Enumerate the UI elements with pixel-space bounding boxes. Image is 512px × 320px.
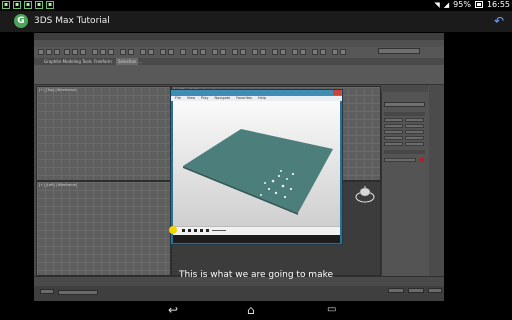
clock: 16:55 [486,0,510,9]
toolbar-tool-icon [160,49,166,55]
video-subtitle: This is what we are going to make [178,270,334,280]
toolbar-tool-icon [192,49,198,55]
ribbon-tab: Freeform [94,59,112,64]
notification-icon: ▪ [46,1,54,9]
object-type-button [384,130,403,134]
notification-icon: ▪ [13,1,21,9]
back-icon[interactable]: ↩ [168,303,178,317]
object-type-rollout [384,112,425,116]
max-menu-bar [34,40,444,47]
toolbar-tool-icon [272,49,278,55]
viewport-label: [+] [Top] [Wireframe] [39,88,77,92]
command-panel-tabs [381,86,428,92]
toolbar-tool-icon [200,49,206,55]
toolbar-tool-icon [332,49,338,55]
toolbar-tool-icon [168,49,174,55]
toolbar-tool-icon [232,49,238,55]
teapot-object-icon [355,186,375,203]
notification-icon: ▪ [24,1,32,9]
object-type-button [405,118,424,122]
max-ribbon-tabs: Graphite Modeling Tools Freeform Selecti… [34,58,444,65]
battery-percent: 95% [453,0,471,9]
viewport-top: [+] [Top] [Wireframe] [36,86,171,181]
object-type-button [384,136,403,140]
object-type-button [405,142,424,146]
toolbar-tool-icon [312,49,318,55]
toolbar-tool-icon [180,49,186,55]
toolbar-tool-icon [148,49,154,55]
mute-icon[interactable] [206,229,209,232]
teal-plane-render [183,129,333,215]
object-type-button [384,118,403,122]
toolbar-tool-icon [38,49,44,55]
toolbar-tool-icon [260,49,266,55]
toolbar-tool-icon [100,49,106,55]
object-type-button [405,136,424,140]
status-bar: ▪ ▪ ▪ ▪ ▪ ◥ ◢ 95% 16:55 [0,0,512,11]
object-name-field [384,158,416,162]
name-and-color-rollout [384,150,425,154]
battery-icon [474,1,483,8]
toolbar-tool-icon [252,49,258,55]
toolbar-tool-icon [120,49,126,55]
toolbar-tool-icon [280,49,286,55]
play-icon[interactable] [194,229,197,232]
toolbar-tool-icon [320,49,326,55]
signal-icon: ◢ [443,0,450,9]
previous-icon[interactable] [188,229,191,232]
toolbar-tool-icon [340,49,346,55]
status-field [428,288,442,293]
ribbon-tab: Graphite Modeling Tools [44,59,93,64]
toolbar-tool-icon [92,49,98,55]
toolbar-tool-icon [64,49,70,55]
app-title: 3DS Max Tutorial [34,16,110,26]
viewport-left: [+] [Left] [Wireframe] [36,181,171,276]
object-category-dropdown [384,102,425,107]
system-icons: ◥ ◢ 95% 16:55 [434,0,510,9]
toolbar-tool-icon [300,49,306,55]
object-type-button [405,124,424,128]
stop-icon[interactable] [182,229,185,232]
media-player-video [173,101,340,226]
toolbar-tool-icon [220,49,226,55]
toolbar-tool-icon [80,49,86,55]
toolbar-tool-icon [108,49,114,55]
home-icon[interactable]: ⌂ [247,303,255,317]
notification-icons: ▪ ▪ ▪ ▪ ▪ [2,1,54,9]
viewport-label: [+] [Left] [Wireframe] [39,183,78,187]
object-type-button [384,124,403,128]
toolbar-tool-icon [72,49,78,55]
toolbar-tool-icon [240,49,246,55]
toolbar-tool-icon [128,49,134,55]
ribbon-tab: ... [138,59,142,64]
media-player-statusbar [173,235,340,243]
toolbar-tool-icon [212,49,218,55]
mouse-cursor-highlight [169,226,177,234]
max-title-bar [34,33,444,40]
toolbar-tool-icon [140,49,146,55]
next-icon[interactable] [200,229,203,232]
volume-slider[interactable] [212,230,226,231]
recents-icon[interactable]: ▭ [327,303,336,317]
notification-icon: ▪ [2,1,10,9]
ribbon-tab: Selection [116,58,139,65]
object-type-button [384,142,403,146]
max-ribbon-panel [34,65,444,85]
wifi-icon: ◥ [434,0,440,9]
toolbar-tool-icon [292,49,298,55]
toolbar-tool-icon [46,49,52,55]
status-field [58,290,98,295]
share-back-icon[interactable]: ↶ [492,14,506,28]
status-field [388,288,404,293]
object-type-button [405,130,424,134]
navigation-bar [0,301,512,320]
notification-icon: ▪ [35,1,43,9]
close-icon[interactable] [333,90,341,95]
app-logo-icon[interactable]: G [14,14,28,28]
status-field [40,289,54,294]
max-search-field [378,48,420,54]
status-field [408,288,424,293]
toolbar-tool-icon [54,49,60,55]
object-color-swatch [419,158,424,162]
